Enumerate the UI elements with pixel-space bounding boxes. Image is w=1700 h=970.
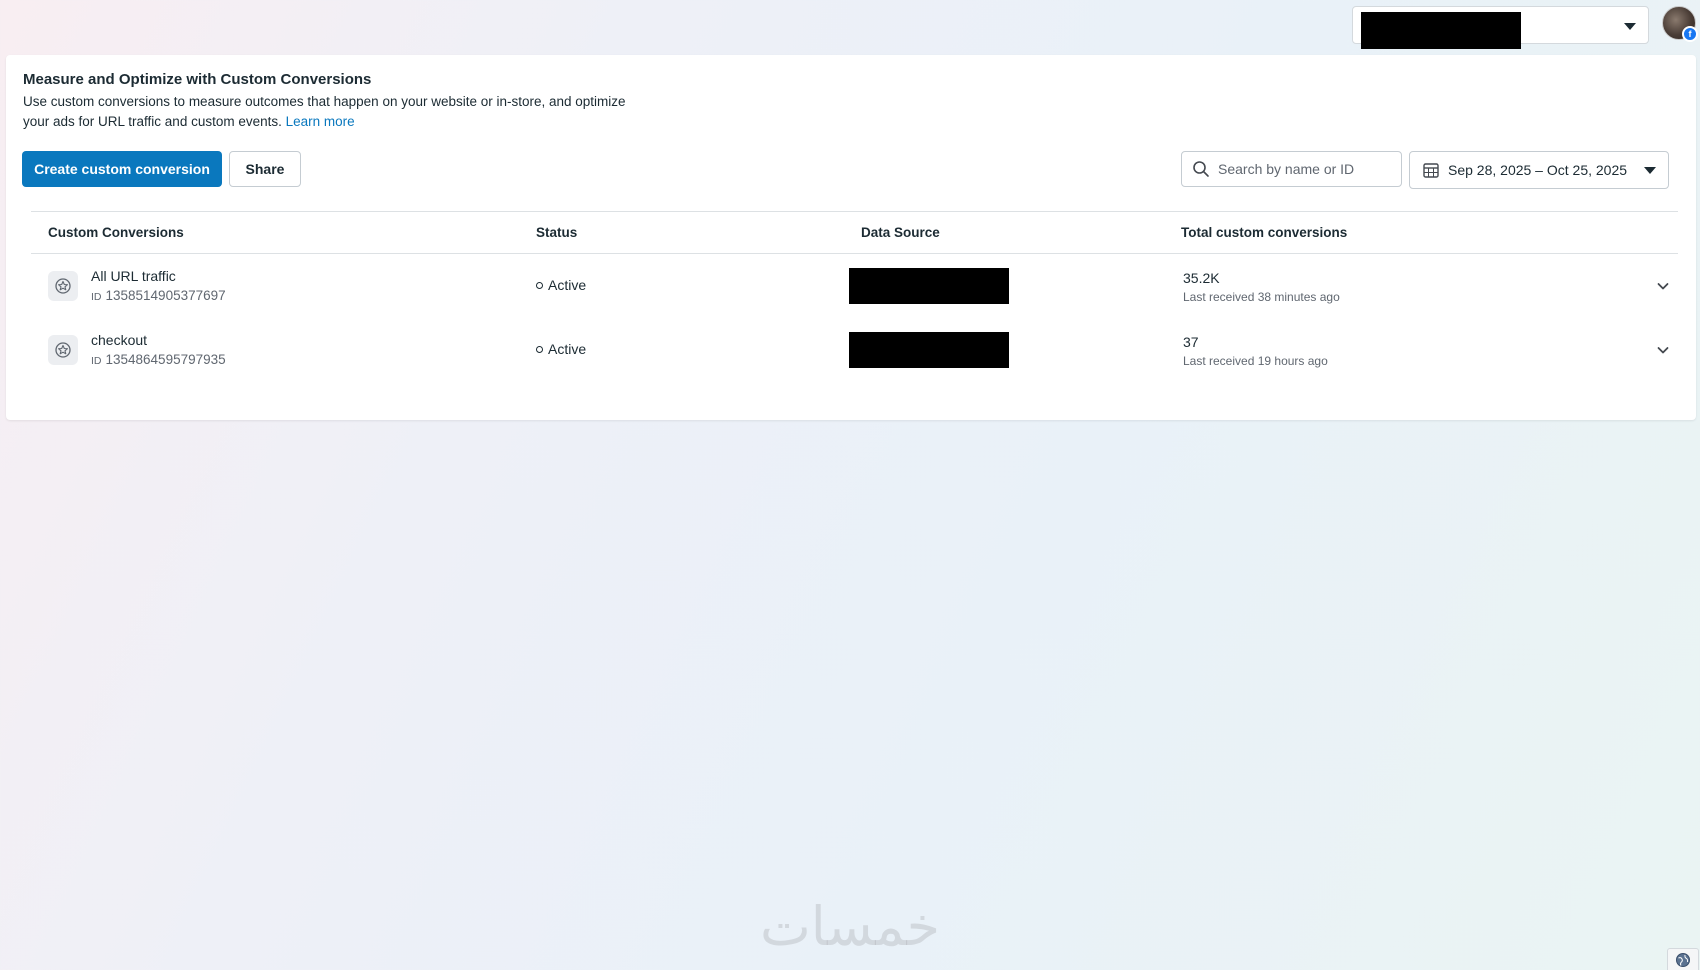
- page-description: Use custom conversions to measure outcom…: [23, 92, 643, 132]
- search-input[interactable]: [1216, 160, 1400, 178]
- custom-conversions-table: Custom Conversions Status Data Source To…: [31, 211, 1678, 382]
- id-value: 1358514905377697: [105, 288, 226, 303]
- conversion-star-icon: [48, 335, 78, 365]
- watermark-logo: خمسات: [759, 895, 941, 958]
- chevron-down-icon[interactable]: [1655, 342, 1671, 358]
- conversion-name[interactable]: All URL traffic: [91, 268, 176, 284]
- status-dot-icon: [536, 345, 543, 353]
- search-icon: [1192, 160, 1210, 178]
- column-header-data-source[interactable]: Data Source: [861, 225, 940, 240]
- date-range-picker[interactable]: Sep 28, 2025 – Oct 25, 2025: [1409, 151, 1669, 189]
- table-row[interactable]: All URL traffic ID 1358514905377697 Activ…: [31, 254, 1678, 318]
- column-header-custom-conversions[interactable]: Custom Conversions: [48, 225, 184, 240]
- caret-down-icon: [1624, 23, 1636, 30]
- account-switcher[interactable]: [1352, 6, 1649, 49]
- id-prefix: ID: [91, 291, 102, 303]
- search-box[interactable]: [1181, 151, 1402, 187]
- id-value: 1354864595797935: [105, 352, 226, 367]
- calendar-icon: [1422, 161, 1440, 179]
- conversion-id: ID 1354864595797935: [91, 352, 226, 367]
- table-row[interactable]: checkout ID 1354864595797935 Active 37 La…: [31, 318, 1678, 382]
- column-header-status[interactable]: Status: [536, 225, 577, 240]
- status-text: Active: [548, 341, 587, 357]
- status-badge: Active: [536, 341, 586, 357]
- chevron-down-icon[interactable]: [1655, 278, 1671, 294]
- last-received: Last received 38 minutes ago: [1183, 290, 1340, 304]
- last-received: Last received 19 hours ago: [1183, 354, 1328, 368]
- data-source-redacted: [849, 268, 1009, 304]
- status-text: Active: [548, 277, 587, 293]
- avatar[interactable]: f: [1662, 6, 1698, 42]
- page-title: Measure and Optimize with Custom Convers…: [23, 71, 372, 88]
- learn-more-link[interactable]: Learn more: [286, 114, 355, 129]
- data-source-redacted: [849, 332, 1009, 368]
- conversion-name[interactable]: checkout: [91, 332, 147, 348]
- date-range-label: Sep 28, 2025 – Oct 25, 2025: [1448, 162, 1628, 178]
- account-name-redacted: [1361, 12, 1521, 49]
- conversion-id: ID 1358514905377697: [91, 288, 226, 303]
- total-conversions: 37: [1183, 334, 1199, 350]
- status-dot-icon: [536, 281, 543, 289]
- create-custom-conversion-button[interactable]: Create custom conversion: [22, 151, 222, 187]
- caret-down-icon: [1644, 167, 1656, 174]
- id-prefix: ID: [91, 355, 102, 367]
- custom-conversions-card: Measure and Optimize with Custom Convers…: [6, 55, 1696, 420]
- facebook-badge-icon: f: [1682, 26, 1698, 42]
- total-conversions: 35.2K: [1183, 270, 1220, 286]
- share-button[interactable]: Share: [229, 151, 301, 187]
- column-header-total[interactable]: Total custom conversions: [1181, 225, 1347, 240]
- status-badge: Active: [536, 277, 586, 293]
- conversion-star-icon: [48, 271, 78, 301]
- globe-icon[interactable]: [1667, 948, 1699, 970]
- table-header: Custom Conversions Status Data Source To…: [31, 211, 1678, 254]
